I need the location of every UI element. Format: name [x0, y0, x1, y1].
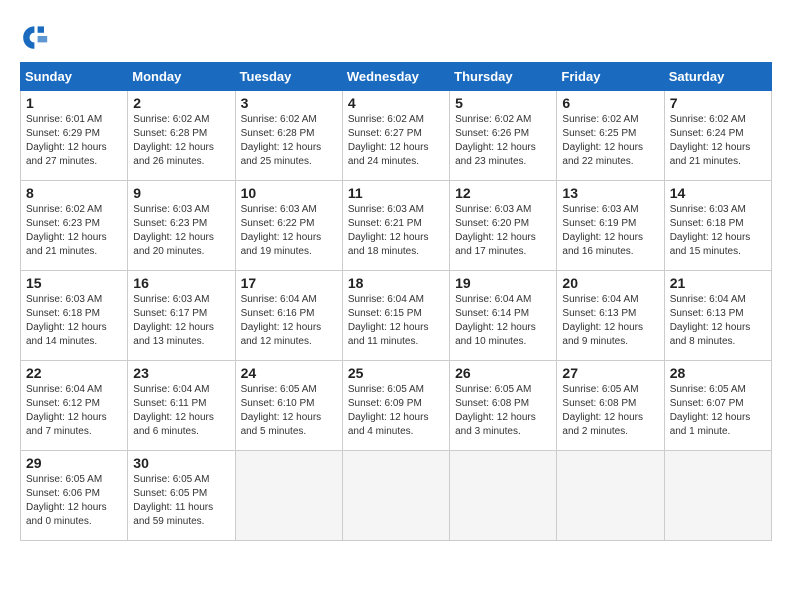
weekday-header-thursday: Thursday	[450, 63, 557, 91]
calendar-day-26: 26Sunrise: 6:05 AM Sunset: 6:08 PM Dayli…	[450, 361, 557, 451]
calendar-empty	[342, 451, 449, 541]
calendar-day-30: 30Sunrise: 6:05 AM Sunset: 6:05 PM Dayli…	[128, 451, 235, 541]
calendar-day-27: 27Sunrise: 6:05 AM Sunset: 6:08 PM Dayli…	[557, 361, 664, 451]
calendar-day-9: 9Sunrise: 6:03 AM Sunset: 6:23 PM Daylig…	[128, 181, 235, 271]
calendar-empty	[557, 451, 664, 541]
calendar-day-3: 3Sunrise: 6:02 AM Sunset: 6:28 PM Daylig…	[235, 91, 342, 181]
calendar-day-22: 22Sunrise: 6:04 AM Sunset: 6:12 PM Dayli…	[21, 361, 128, 451]
weekday-header-friday: Friday	[557, 63, 664, 91]
calendar-day-24: 24Sunrise: 6:05 AM Sunset: 6:10 PM Dayli…	[235, 361, 342, 451]
page-header	[20, 20, 772, 52]
calendar-day-17: 17Sunrise: 6:04 AM Sunset: 6:16 PM Dayli…	[235, 271, 342, 361]
calendar-day-19: 19Sunrise: 6:04 AM Sunset: 6:14 PM Dayli…	[450, 271, 557, 361]
calendar-day-12: 12Sunrise: 6:03 AM Sunset: 6:20 PM Dayli…	[450, 181, 557, 271]
calendar-day-23: 23Sunrise: 6:04 AM Sunset: 6:11 PM Dayli…	[128, 361, 235, 451]
calendar-table: SundayMondayTuesdayWednesdayThursdayFrid…	[20, 62, 772, 541]
weekday-header-tuesday: Tuesday	[235, 63, 342, 91]
weekday-header-monday: Monday	[128, 63, 235, 91]
calendar-day-25: 25Sunrise: 6:05 AM Sunset: 6:09 PM Dayli…	[342, 361, 449, 451]
logo	[20, 20, 56, 52]
calendar-day-10: 10Sunrise: 6:03 AM Sunset: 6:22 PM Dayli…	[235, 181, 342, 271]
calendar-day-14: 14Sunrise: 6:03 AM Sunset: 6:18 PM Dayli…	[664, 181, 771, 271]
calendar-week-3: 15Sunrise: 6:03 AM Sunset: 6:18 PM Dayli…	[21, 271, 772, 361]
calendar-day-13: 13Sunrise: 6:03 AM Sunset: 6:19 PM Dayli…	[557, 181, 664, 271]
calendar-week-4: 22Sunrise: 6:04 AM Sunset: 6:12 PM Dayli…	[21, 361, 772, 451]
calendar-day-6: 6Sunrise: 6:02 AM Sunset: 6:25 PM Daylig…	[557, 91, 664, 181]
calendar-day-20: 20Sunrise: 6:04 AM Sunset: 6:13 PM Dayli…	[557, 271, 664, 361]
calendar-day-28: 28Sunrise: 6:05 AM Sunset: 6:07 PM Dayli…	[664, 361, 771, 451]
calendar-day-18: 18Sunrise: 6:04 AM Sunset: 6:15 PM Dayli…	[342, 271, 449, 361]
calendar-empty	[450, 451, 557, 541]
calendar-empty	[664, 451, 771, 541]
logo-icon	[20, 20, 52, 52]
calendar-week-5: 29Sunrise: 6:05 AM Sunset: 6:06 PM Dayli…	[21, 451, 772, 541]
calendar-day-2: 2Sunrise: 6:02 AM Sunset: 6:28 PM Daylig…	[128, 91, 235, 181]
calendar-day-4: 4Sunrise: 6:02 AM Sunset: 6:27 PM Daylig…	[342, 91, 449, 181]
weekday-header-row: SundayMondayTuesdayWednesdayThursdayFrid…	[21, 63, 772, 91]
weekday-header-sunday: Sunday	[21, 63, 128, 91]
calendar-week-1: 1Sunrise: 6:01 AM Sunset: 6:29 PM Daylig…	[21, 91, 772, 181]
calendar-day-11: 11Sunrise: 6:03 AM Sunset: 6:21 PM Dayli…	[342, 181, 449, 271]
weekday-header-wednesday: Wednesday	[342, 63, 449, 91]
weekday-header-saturday: Saturday	[664, 63, 771, 91]
calendar-day-5: 5Sunrise: 6:02 AM Sunset: 6:26 PM Daylig…	[450, 91, 557, 181]
calendar-day-16: 16Sunrise: 6:03 AM Sunset: 6:17 PM Dayli…	[128, 271, 235, 361]
calendar-week-2: 8Sunrise: 6:02 AM Sunset: 6:23 PM Daylig…	[21, 181, 772, 271]
calendar-day-29: 29Sunrise: 6:05 AM Sunset: 6:06 PM Dayli…	[21, 451, 128, 541]
calendar-day-21: 21Sunrise: 6:04 AM Sunset: 6:13 PM Dayli…	[664, 271, 771, 361]
calendar-day-8: 8Sunrise: 6:02 AM Sunset: 6:23 PM Daylig…	[21, 181, 128, 271]
calendar-day-1: 1Sunrise: 6:01 AM Sunset: 6:29 PM Daylig…	[21, 91, 128, 181]
calendar-empty	[235, 451, 342, 541]
calendar-day-7: 7Sunrise: 6:02 AM Sunset: 6:24 PM Daylig…	[664, 91, 771, 181]
calendar-day-15: 15Sunrise: 6:03 AM Sunset: 6:18 PM Dayli…	[21, 271, 128, 361]
